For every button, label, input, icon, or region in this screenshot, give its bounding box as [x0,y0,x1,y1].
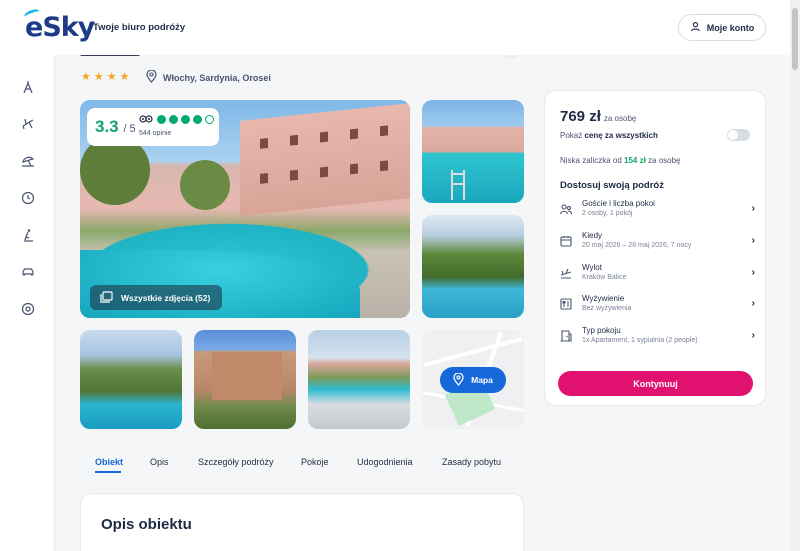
show-total-price-label: Pokaż cenę za wszystkich [560,131,658,140]
map-pin-icon [453,371,464,388]
esky-logo[interactable]: eSky [23,7,95,43]
calendar-icon [560,234,572,247]
option-value: Kraków Balice [582,274,627,281]
show-total-price-toggle[interactable] [727,129,750,141]
option-value: 1x Apartament, 1 sypialnia (2 people) [582,337,698,344]
hotel-photo-building[interactable] [194,330,296,429]
my-account-button[interactable]: Moje konto [678,14,766,41]
my-account-label: Moje konto [706,22,755,33]
option-value: 20 maj 2026 – 28 maj 2026, 7 nocy [582,242,692,249]
rating-score: 3.3 / 5 [95,117,136,136]
tagline: Twoje biuro podróży [93,22,186,33]
tab-szczegoly-podrozy[interactable]: Szczegóły podróży [198,457,274,467]
room-icon [560,329,572,342]
booking-card: 769 zł za osobę Pokaż cenę za wszystkich … [544,90,766,406]
option-guests-rooms[interactable]: Goście i liczba pokoi 2 osoby, 1 pokój › [559,199,755,227]
map-label: Mapa [471,375,493,385]
map-button[interactable]: Mapa [440,367,506,393]
tab-obiekt[interactable]: Obiekt [95,457,123,467]
chevron-right-icon: › [751,298,755,309]
sidebar [0,55,55,551]
option-value: Bez wyżywienia [582,305,632,312]
option-value: 2 osoby, 1 pokój [582,210,633,217]
location-text: Włochy, Sardynia, Orosei [163,72,271,83]
chevron-right-icon: › [751,267,755,278]
option-label: Goście i liczba pokoi [582,199,655,208]
tripadvisor-rating-dots [157,115,214,124]
last-minute-icon[interactable] [20,190,36,206]
rating-dot-empty [205,115,214,124]
option-label: Kiedy [582,231,603,240]
rating-dot-filled [181,115,190,124]
meal-icon [560,297,572,310]
photos-icon [100,290,113,305]
tripadvisor-icon [139,114,153,125]
tab-zasady-pobytu[interactable]: Zasady pobytu [442,457,501,467]
departure-icon [560,266,572,279]
rating-dot-filled [157,115,166,124]
attractions-icon[interactable] [20,79,36,95]
guests-icon [559,202,573,215]
option-room-type[interactable]: Typ pokoju 1x Apartament, 1 sypialnia (2… [560,326,755,354]
hotel-photo-pool-trees[interactable] [80,330,182,429]
option-label: Wyżywienie [582,294,625,303]
tab-pokoje[interactable]: Pokoje [301,457,329,467]
map-thumbnail[interactable]: Mapa [422,330,524,429]
building [212,352,282,400]
tab-udogodnienia[interactable]: Udogodnienia [357,457,413,467]
chevron-right-icon: › [751,235,755,246]
page-scrollbar[interactable] [790,0,800,551]
chevron-right-icon: › [751,330,755,341]
flight-icon[interactable] [20,116,36,132]
cruise-icon[interactable] [20,301,36,317]
rating-dot-filled [193,115,202,124]
hotel-photo-pool-area[interactable] [308,330,410,429]
map-road [423,336,523,368]
chevron-right-icon: › [751,203,755,214]
option-label: Typ pokoju [582,326,621,335]
tab-opis[interactable]: Opis [150,457,169,467]
hotel-location[interactable]: Włochy, Sardynia, Orosei [146,69,271,85]
tree [180,160,230,210]
car-icon[interactable] [20,264,36,280]
rating-dot-filled [169,115,178,124]
location-pin-icon [146,69,157,85]
all-photos-label: Wszystkie zdjęcia (52) [121,292,211,303]
hotel-photo-pool-ladder[interactable] [422,100,524,203]
hotel-photo-garden-pool[interactable] [422,215,524,318]
active-tab-indicator [95,471,121,473]
customize-trip-title: Dostosuj swoją podróż [560,180,664,191]
section-tabs: Obiekt Opis Szczegóły podróży Pokoje Udo… [80,450,524,480]
description-title: Opis obiektu [101,516,192,533]
option-label: Wylot [582,263,602,272]
all-photos-button[interactable]: Wszystkie zdjęcia (52) [90,285,222,310]
scrollbar-thumb[interactable] [792,8,798,70]
option-meals[interactable]: Wyżywienie Bez wyżywienia › [560,294,755,322]
hotel-stars: ★★★★ [81,71,133,83]
beach-icon[interactable] [20,153,36,169]
ski-icon[interactable] [20,227,36,243]
building [240,103,410,216]
price: 769 zł za osobę [560,108,637,125]
price-unit: za osobę [603,114,637,123]
deposit-info: Niska zaliczka od 154 zł za osobę [560,156,681,165]
top-header: eSky Twoje biuro podróży Moje konto [0,0,790,55]
user-icon [690,21,701,34]
description-card: Opis obiektu [80,493,524,551]
rating-card: 3.3 / 5 544 opinie [87,108,219,146]
option-dates[interactable]: Kiedy 20 maj 2026 – 28 maj 2026, 7 nocy … [560,231,755,259]
continue-button[interactable]: Kontynuuj [558,371,753,396]
option-departure[interactable]: Wylot Kraków Balice › [560,263,755,291]
opinions-count: 544 opinie [139,130,172,137]
